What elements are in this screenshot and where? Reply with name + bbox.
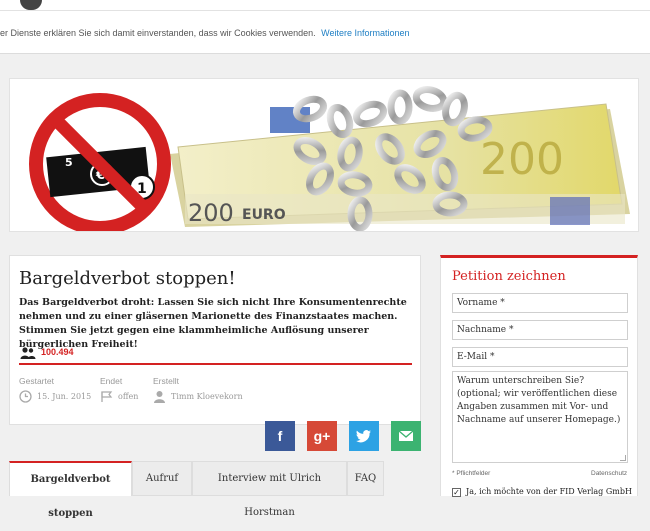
- resize-handle[interactable]: [620, 455, 626, 461]
- more-info-link[interactable]: Weitere Informationen: [321, 28, 409, 38]
- banknote-value: 200: [188, 199, 234, 227]
- people-icon: [20, 347, 36, 359]
- petition-lead: Das Bargeldverbot droht: Lassen Sie sich…: [19, 297, 407, 350]
- flag-icon: [101, 391, 113, 402]
- cookie-text: er Dienste erklären Sie sich damit einve…: [0, 28, 316, 38]
- facebook-icon: f: [277, 428, 283, 444]
- ends-label: Endet: [100, 376, 123, 386]
- email-share-button[interactable]: [391, 421, 421, 451]
- first-name-field[interactable]: Vorname *: [452, 293, 628, 313]
- envelope-icon: [398, 430, 414, 441]
- supporter-count-row: 100.494: [19, 345, 412, 365]
- page-title: Bargeldverbot stoppen!: [19, 268, 236, 289]
- created-label: Erstellt: [153, 376, 179, 386]
- hero-illustration: 200 EURO 200 5 € 1: [29, 86, 630, 231]
- tab-bargeldverbot-stoppen[interactable]: Bargeldverbot stoppen: [9, 461, 132, 519]
- required-note: * Pflichtfelder: [452, 470, 491, 477]
- supporter-count: 100.494: [41, 347, 74, 357]
- meta-ends: Endet offen: [100, 376, 138, 402]
- started-label: Gestartet: [19, 376, 54, 386]
- tab-faq[interactable]: FAQ: [347, 461, 384, 496]
- sign-number: 5: [65, 156, 73, 169]
- consent-label: Ja, ich möchte von der FID Verlag GmbH: [466, 487, 632, 496]
- hero-banner: 200 EURO 200 5 € 1: [9, 78, 639, 232]
- reason-textarea[interactable]: Warum unterschreiben Sie? (optional; wir…: [452, 371, 628, 463]
- form-title: Petition zeichnen: [452, 269, 566, 284]
- cookie-bar: er Dienste erklären Sie sich damit einve…: [0, 0, 650, 54]
- banknote-text: EURO: [242, 207, 286, 223]
- started-value: 15. Jun. 2015: [37, 392, 92, 401]
- banknote-value-large: 200: [480, 134, 564, 185]
- tab-aufruf[interactable]: Aufruf: [132, 461, 192, 496]
- created-value: Timm Kloevekorn: [171, 392, 243, 401]
- tab-interview[interactable]: Interview mit Ulrich Horstman: [192, 461, 347, 518]
- user-icon: [154, 391, 165, 403]
- clock-icon: [19, 390, 32, 403]
- last-name-field[interactable]: Nachname *: [452, 320, 628, 340]
- ends-value: offen: [118, 392, 139, 401]
- divider: [0, 10, 650, 11]
- petition-card: Bargeldverbot stoppen! Das Bargeldverbot…: [9, 255, 421, 425]
- twitter-share-button[interactable]: [349, 421, 379, 451]
- twitter-icon: [356, 430, 371, 443]
- petition-form: Petition zeichnen Vorname * Nachname * E…: [440, 255, 638, 497]
- facebook-share-button[interactable]: f: [265, 421, 295, 451]
- meta-created: Erstellt Timm Kloevekorn: [153, 376, 243, 403]
- cookie-message: er Dienste erklären Sie sich damit einve…: [0, 28, 410, 38]
- googleplus-icon: g+: [313, 428, 331, 444]
- meta-started: Gestartet 15. Jun. 2015: [19, 376, 91, 403]
- reason-placeholder: Warum unterschreiben Sie? (optional; wir…: [457, 376, 621, 425]
- privacy-link[interactable]: Datenschutz: [591, 470, 627, 477]
- email-field[interactable]: E-Mail *: [452, 347, 628, 367]
- googleplus-share-button[interactable]: g+: [307, 421, 337, 451]
- top-logo-fragment: [20, 0, 42, 10]
